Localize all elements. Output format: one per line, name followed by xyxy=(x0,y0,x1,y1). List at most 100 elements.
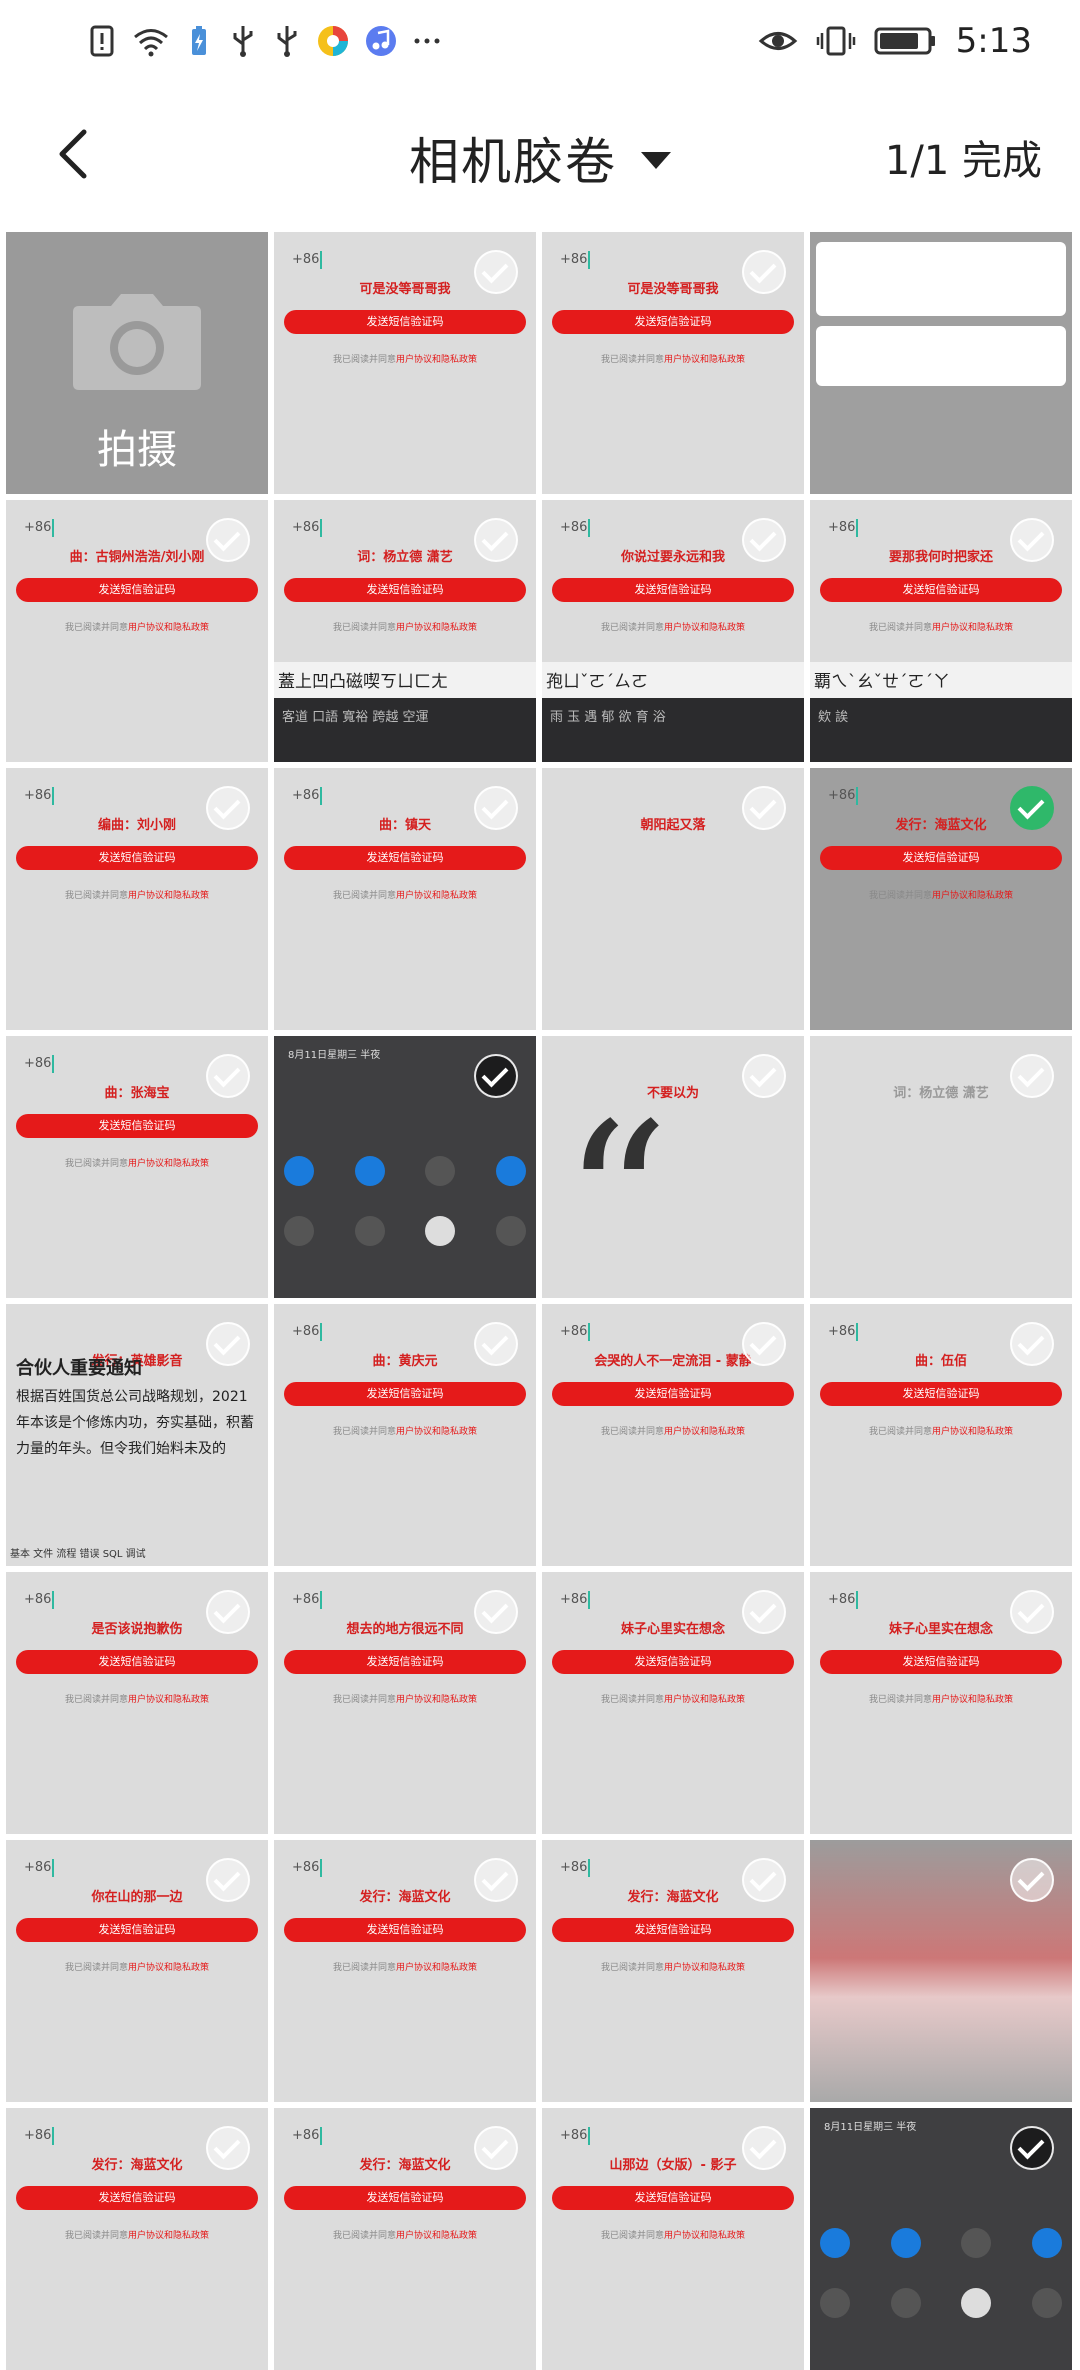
photo-thumbnail[interactable]: +86 发行：海蓝文化 发送短信验证码 我已阅读并同意用户协议和隐私政策 xyxy=(274,1840,536,2102)
top-app-bar: 相机胶卷 1/1 完成 xyxy=(0,82,1080,230)
eye-icon xyxy=(758,32,797,50)
photo-thumbnail[interactable]: 朝阳起又落 xyxy=(542,768,804,1030)
selected-check-icon[interactable] xyxy=(206,1322,250,1366)
send-code-button: 发送短信验证码 xyxy=(552,1382,794,1406)
selected-check-icon[interactable] xyxy=(474,518,518,562)
photo-thumbnail[interactable]: +86 曲：黄庆元 发送短信验证码 我已阅读并同意用户协议和隐私政策 xyxy=(274,1304,536,1566)
photo-thumbnail[interactable]: 不要以为 “ xyxy=(542,1036,804,1298)
camera-icon xyxy=(73,294,201,390)
photo-thumbnail[interactable]: +86 曲：镇天 发送短信验证码 我已阅读并同意用户协议和隐私政策 xyxy=(274,768,536,1030)
selected-check-icon[interactable] xyxy=(474,1322,518,1366)
text-cursor xyxy=(588,251,590,269)
selected-check-icon[interactable] xyxy=(1010,786,1054,830)
agreement-text: 我已阅读并同意用户协议和隐私政策 xyxy=(600,1963,746,1973)
selected-check-icon[interactable] xyxy=(474,2126,518,2170)
selected-check-icon[interactable] xyxy=(206,1590,250,1634)
photo-thumbnail[interactable]: +86 想去的地方很远不同 发送短信验证码 我已阅读并同意用户协议和隐私政策 xyxy=(274,1572,536,1834)
selected-check-icon[interactable] xyxy=(206,1858,250,1902)
editor-tabs: 基本 文件 流程 错误 SQL 调试 xyxy=(10,1549,146,1560)
country-code: +86 xyxy=(560,1592,588,1607)
photo-thumbnail[interactable]: +86 妹子心里实在想念 发送短信验证码 我已阅读并同意用户协议和隐私政策 xyxy=(542,1572,804,1834)
photo-thumbnail[interactable]: +86 曲：古铜州浩浩/刘小刚 发送短信验证码 我已阅读并同意用户协议和隐私政策 xyxy=(6,500,268,762)
photo-thumbnail[interactable]: +86 是否该说抱歉伤 发送短信验证码 我已阅读并同意用户协议和隐私政策 xyxy=(6,1572,268,1834)
usb-icon xyxy=(277,26,297,57)
qs-date: 8月11日星期三 半夜 xyxy=(288,1050,381,1061)
photo-thumbnail[interactable]: +86 词：杨立德 潇艺 发送短信验证码 我已阅读并同意用户协议和隐私政策 蓋上凹凸磁喫… xyxy=(274,500,536,762)
photo-thumbnail[interactable]: 词：杨立德 潇艺 xyxy=(810,1036,1072,1298)
photo-thumbnail[interactable] xyxy=(810,1840,1072,2102)
photo-thumbnail[interactable] xyxy=(810,232,1072,494)
agreement-text: 我已阅读并同意用户协议和隐私政策 xyxy=(332,2231,478,2241)
lyric-text: 曲：镇天 xyxy=(378,818,431,833)
agreement-text: 我已阅读并同意用户协议和隐私政策 xyxy=(868,623,1014,633)
done-button[interactable]: 1/1 完成 xyxy=(885,128,1042,186)
status-bar-left xyxy=(88,18,442,64)
selected-check-icon[interactable] xyxy=(206,786,250,830)
text-cursor xyxy=(320,787,322,805)
take-photo-tile[interactable]: 拍摄 xyxy=(6,232,268,494)
send-code-button: 发送短信验证码 xyxy=(284,1382,526,1406)
photo-thumbnail[interactable]: +86 你说过要永远和我 发送短信验证码 我已阅读并同意用户协议和隐私政策 孢ㄩˇㄛˊㄙ… xyxy=(542,500,804,762)
photo-thumbnail[interactable]: +86 你在山的那一边 发送短信验证码 我已阅读并同意用户协议和隐私政策 xyxy=(6,1840,268,2102)
selected-check-icon[interactable] xyxy=(742,2126,786,2170)
photo-thumbnail[interactable]: +86 发行：海蓝文化 发送短信验证码 我已阅读并同意用户协议和隐私政策 xyxy=(6,2108,268,2370)
photo-thumbnail[interactable]: +86 曲：伍佰 发送短信验证码 我已阅读并同意用户协议和隐私政策 xyxy=(810,1304,1072,1566)
photo-thumbnail[interactable]: 发行：英雄影音 合伙人重要通知 根据百姓国货总公司战略规划，2021年本该是个修炼内… xyxy=(6,1304,268,1566)
selected-check-icon[interactable] xyxy=(742,1054,786,1098)
qs-toggles xyxy=(284,1156,526,1186)
selected-check-icon[interactable] xyxy=(1010,518,1054,562)
send-code-button: 发送短信验证码 xyxy=(284,1918,526,1942)
selected-check-icon[interactable] xyxy=(742,1858,786,1902)
selected-check-icon[interactable] xyxy=(474,1590,518,1634)
photo-thumbnail[interactable]: 8月11日星期三 半夜 xyxy=(810,2108,1072,2370)
selected-check-icon[interactable] xyxy=(1010,1054,1054,1098)
country-code: +86 xyxy=(292,1860,320,1875)
photo-thumbnail[interactable]: +86 发行：海蓝文化 发送短信验证码 我已阅读并同意用户协议和隐私政策 xyxy=(810,768,1072,1030)
photo-thumbnail[interactable]: +86 可是没等哥哥我 发送短信验证码 我已阅读并同意用户协议和隐私政策 xyxy=(542,232,804,494)
send-code-button: 发送短信验证码 xyxy=(552,1918,794,1942)
country-code: +86 xyxy=(292,788,320,803)
qs-toggles xyxy=(284,1216,526,1246)
country-code: +86 xyxy=(292,2128,320,2143)
send-code-button: 发送短信验证码 xyxy=(284,2186,526,2210)
selected-check-icon[interactable] xyxy=(742,1322,786,1366)
send-code-button: 发送短信验证码 xyxy=(284,578,526,602)
selected-check-icon[interactable] xyxy=(742,786,786,830)
lyric-text: 朝阳起又落 xyxy=(640,818,706,833)
photo-thumbnail[interactable]: +86 发行：海蓝文化 发送短信验证码 我已阅读并同意用户协议和隐私政策 xyxy=(542,1840,804,2102)
selected-check-icon[interactable] xyxy=(1010,2126,1054,2170)
selected-check-icon[interactable] xyxy=(206,518,250,562)
send-code-button: 发送短信验证码 xyxy=(820,846,1062,870)
selected-check-icon[interactable] xyxy=(474,786,518,830)
photo-thumbnail[interactable]: 8月11日星期三 半夜 xyxy=(274,1036,536,1298)
ime-candidate-bar: 孢ㄩˇㄛˊㄙㄛ xyxy=(542,662,804,698)
agreement-text: 我已阅读并同意用户协议和隐私政策 xyxy=(64,2231,210,2241)
selected-check-icon[interactable] xyxy=(1010,1322,1054,1366)
text-cursor xyxy=(588,2127,590,2145)
selected-check-icon[interactable] xyxy=(742,250,786,294)
photo-thumbnail[interactable]: +86 妹子心里实在想念 发送短信验证码 我已阅读并同意用户协议和隐私政策 xyxy=(810,1572,1072,1834)
text-cursor xyxy=(52,1859,54,1877)
selected-check-icon[interactable] xyxy=(1010,1590,1054,1634)
selected-check-icon[interactable] xyxy=(742,1590,786,1634)
photo-thumbnail[interactable]: +86 编曲：刘小刚 发送短信验证码 我已阅读并同意用户协议和隐私政策 xyxy=(6,768,268,1030)
photo-thumbnail[interactable]: +86 发行：海蓝文化 发送短信验证码 我已阅读并同意用户协议和隐私政策 xyxy=(274,2108,536,2370)
country-code: +86 xyxy=(292,520,320,535)
photo-thumbnail[interactable]: +86 山那边（女版）- 影子 发送短信验证码 我已阅读并同意用户协议和隐私政策 xyxy=(542,2108,804,2370)
lyric-text: 山那边（女版）- 影子 xyxy=(609,2158,737,2173)
text-cursor xyxy=(588,1859,590,1877)
send-code-button: 发送短信验证码 xyxy=(552,578,794,602)
selected-check-icon[interactable] xyxy=(742,518,786,562)
selected-check-icon[interactable] xyxy=(474,1858,518,1902)
photo-thumbnail[interactable]: +86 会哭的人不一定流泪 - 蒙静 发送短信验证码 我已阅读并同意用户协议和隐私政策 xyxy=(542,1304,804,1566)
photo-thumbnail[interactable]: +86 要那我何时把家还 发送短信验证码 我已阅读并同意用户协议和隐私政策 覇ㄟˋㄠˇㄝ… xyxy=(810,500,1072,762)
selected-check-icon[interactable] xyxy=(1010,250,1054,294)
selected-check-icon[interactable] xyxy=(1010,1858,1054,1902)
selected-check-icon[interactable] xyxy=(206,1054,250,1098)
selected-check-icon[interactable] xyxy=(206,2126,250,2170)
selected-check-icon[interactable] xyxy=(474,1054,518,1098)
photo-thumbnail[interactable]: +86 曲：张海宝 发送短信验证码 我已阅读并同意用户协议和隐私政策 xyxy=(6,1036,268,1298)
photo-thumbnail[interactable]: +86 可是没等哥哥我 发送短信验证码 我已阅读并同意用户协议和隐私政策 xyxy=(274,232,536,494)
send-code-button: 发送短信验证码 xyxy=(16,1114,258,1138)
selected-check-icon[interactable] xyxy=(474,250,518,294)
